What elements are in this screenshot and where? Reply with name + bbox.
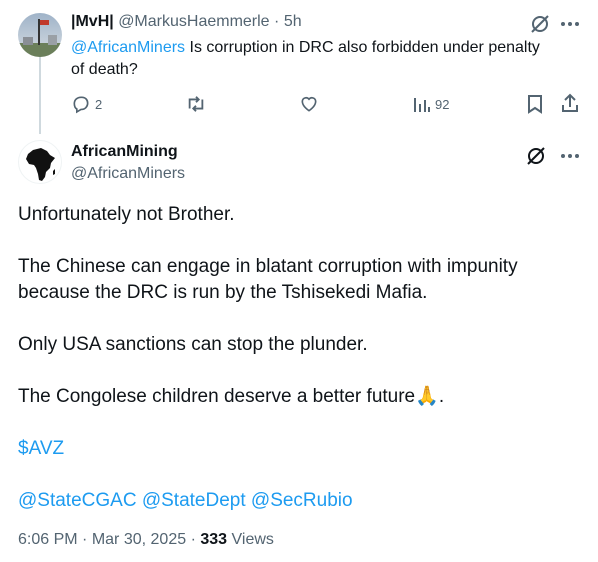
reply-count: 2 xyxy=(95,96,103,112)
author-display-name[interactable]: AfricanMining xyxy=(71,143,178,161)
tweet-line-2a: The Chinese can engage in blatant corrup… xyxy=(18,256,518,277)
mention-link[interactable]: @StateCGAC xyxy=(18,490,137,511)
reply-mention[interactable]: @AfricanMiners xyxy=(71,39,185,56)
reply-time[interactable]: 5h xyxy=(284,13,302,30)
praying-hands-emoji: 🙏 xyxy=(415,386,439,407)
reply-avatar[interactable] xyxy=(18,13,62,57)
mentions-line: @StateCGAC @StateDept @SecRubio xyxy=(18,489,353,513)
share-icon[interactable] xyxy=(560,93,580,118)
bookmark-icon[interactable] xyxy=(526,94,544,119)
reply-button[interactable]: 2 xyxy=(71,94,102,114)
cashtag-link[interactable]: $AVZ xyxy=(18,437,64,461)
footer-separator: · xyxy=(82,531,88,548)
views-icon xyxy=(413,94,431,114)
reply-text: @AfricanMiners Is corruption in DRC also… xyxy=(71,37,541,81)
views-total: 333 xyxy=(200,531,228,548)
more-icon[interactable] xyxy=(560,14,580,39)
mention-link[interactable]: @StateDept xyxy=(142,490,246,511)
tweet-line-4: The Congolese children deserve a better … xyxy=(18,385,444,409)
reply-header: |MvH| @MarkusHaemmerle · 5h xyxy=(71,13,302,31)
views-button[interactable]: 92 xyxy=(413,94,449,114)
footer-separator: · xyxy=(190,531,196,548)
mention-link[interactable]: @SecRubio xyxy=(251,490,353,511)
tweet-date[interactable]: Mar 30, 2025 xyxy=(92,531,186,548)
tweet-line-4-text: The Congolese children deserve a better … xyxy=(18,386,416,407)
tweet-line-2b: because the DRC is run by the Tshisekedi… xyxy=(18,282,428,303)
reply-icon xyxy=(71,94,91,114)
views-count: 92 xyxy=(435,96,450,112)
retweet-button[interactable] xyxy=(185,94,207,114)
tweet-footer: 6:06 PM · Mar 30, 2025 · 333 Views xyxy=(18,531,274,549)
tweet-line-4-end: . xyxy=(438,386,445,407)
reply-display-name[interactable]: |MvH| xyxy=(71,13,114,30)
grok-icon[interactable] xyxy=(525,145,547,172)
views-label: Views xyxy=(231,531,274,548)
reply-handle[interactable]: @MarkusHaemmerle xyxy=(118,13,269,30)
author-avatar[interactable] xyxy=(18,140,62,184)
retweet-icon xyxy=(185,94,207,114)
like-button[interactable] xyxy=(299,94,319,114)
grok-icon[interactable] xyxy=(529,13,551,40)
author-handle[interactable]: @AfricanMiners xyxy=(71,165,185,183)
tweet-line-3: Only USA sanctions can stop the plunder. xyxy=(18,334,368,355)
like-icon xyxy=(299,94,319,114)
tweet-line-1: Unfortunately not Brother. xyxy=(18,204,235,225)
more-icon[interactable] xyxy=(560,146,580,171)
tweet-time[interactable]: 6:06 PM xyxy=(18,531,78,548)
reply-separator: · xyxy=(274,13,280,30)
thread-line xyxy=(39,57,41,134)
